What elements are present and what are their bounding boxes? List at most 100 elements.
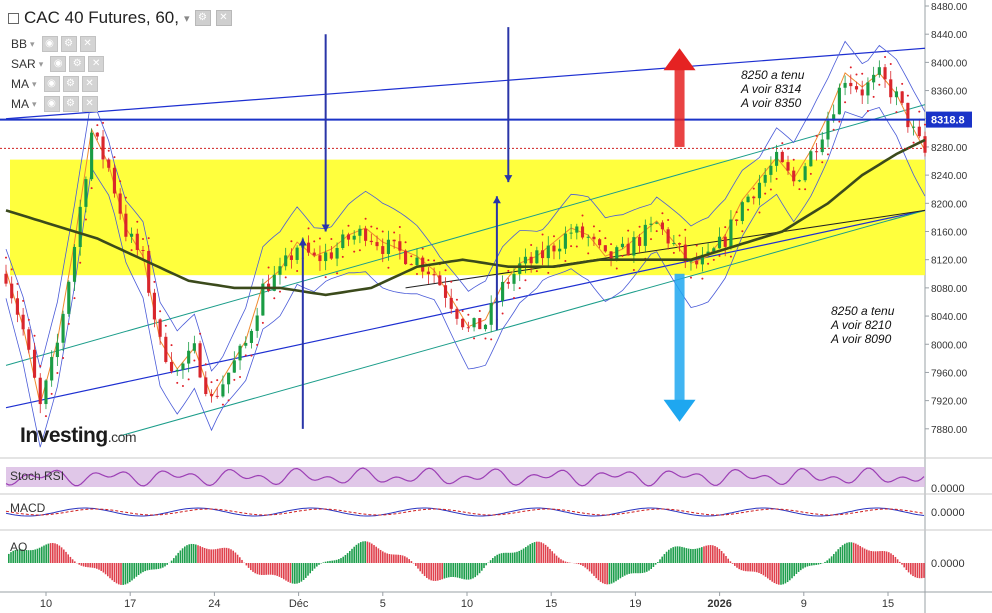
sar-dot	[79, 261, 82, 264]
overlay-ma-1[interactable]: MA ▾ ◉ ⚙ ✕	[11, 76, 98, 92]
sar-dot	[701, 277, 704, 280]
ao-bar	[386, 553, 388, 563]
ao-bar	[245, 563, 248, 566]
ao-bar	[731, 563, 734, 564]
settings-icon[interactable]: ⚙	[62, 96, 79, 112]
ao-bar	[892, 554, 894, 563]
ao-bar	[844, 543, 846, 563]
candle-body	[529, 256, 533, 264]
candle-body	[152, 292, 156, 320]
sar-dot	[712, 258, 715, 261]
stoch-rsi-label: Stoch RSI	[10, 469, 65, 483]
eye-icon[interactable]: ◉	[41, 36, 58, 52]
ao-bar	[124, 563, 127, 585]
ao-bar	[331, 560, 333, 563]
sar-dot	[124, 196, 127, 199]
ao-bar	[432, 563, 435, 581]
sar-dot	[889, 62, 892, 65]
candle-body	[38, 377, 42, 405]
ao-bar	[520, 549, 523, 563]
collapse-toggle[interactable]	[8, 12, 19, 24]
eye-icon[interactable]: ◉	[43, 76, 60, 92]
ao-bar	[318, 563, 320, 565]
sar-dot	[376, 227, 379, 230]
sar-dot	[370, 225, 373, 228]
close-icon[interactable]: ✕	[81, 96, 98, 112]
overlay-bb[interactable]: BB ▾ ◉ ⚙ ✕	[11, 36, 96, 52]
ao-bar	[265, 563, 267, 575]
ao-bar	[219, 548, 221, 563]
sar-dot	[239, 375, 242, 378]
ao-bar	[815, 563, 817, 565]
candle-body	[32, 349, 37, 378]
sar-dot	[347, 224, 350, 227]
ao-bar	[879, 551, 881, 563]
ao-bar	[817, 563, 820, 565]
sar-dot	[233, 378, 236, 381]
sar-dot	[455, 298, 458, 301]
candle-body	[775, 151, 779, 166]
chevron-down-icon[interactable]: ▾	[32, 79, 37, 90]
sar-dot	[507, 269, 510, 272]
sar-dot	[815, 134, 818, 137]
ao-bar	[544, 544, 547, 563]
candle-body	[923, 136, 927, 153]
ao-bar	[575, 563, 578, 564]
candle-body	[364, 228, 368, 241]
ao-bar	[665, 551, 668, 563]
sar-dot	[792, 158, 795, 161]
sar-dot	[592, 225, 595, 228]
overlay-ma-2[interactable]: MA ▾ ◉ ⚙ ✕	[11, 96, 98, 112]
settings-icon[interactable]: ⚙	[69, 56, 86, 72]
ao-bar	[188, 544, 190, 563]
settings-icon[interactable]: ⚙	[60, 36, 77, 52]
ao-bar	[762, 563, 765, 576]
ao-bar	[874, 551, 877, 563]
candle-body	[50, 357, 54, 381]
ao-bar	[646, 563, 648, 572]
ao-bar	[872, 551, 875, 563]
ao-bar	[481, 563, 483, 571]
ao-bar	[602, 563, 604, 584]
ao-bar	[918, 563, 921, 579]
ao-bar	[727, 558, 729, 563]
sar-dot	[490, 338, 493, 341]
settings-icon[interactable]: ⚙	[194, 10, 211, 26]
sar-dot	[798, 188, 801, 191]
close-icon[interactable]: ✕	[81, 76, 98, 92]
chevron-down-icon[interactable]: ▾	[39, 59, 44, 70]
ao-bar	[791, 563, 793, 579]
ao-bar	[296, 563, 298, 584]
candle-body	[837, 87, 841, 115]
overlay-sar[interactable]: SAR ▾ ◉ ⚙ ✕	[11, 56, 105, 72]
candle-body	[284, 255, 288, 267]
candle-body	[238, 345, 242, 361]
close-icon[interactable]: ✕	[88, 56, 105, 72]
eye-icon[interactable]: ◉	[43, 96, 60, 112]
candle-body	[466, 327, 470, 329]
ao-bar	[278, 563, 281, 577]
chevron-down-icon[interactable]: ▾	[184, 12, 190, 25]
candle-body	[472, 318, 476, 328]
ao-bar	[217, 548, 219, 563]
ao-bar	[877, 551, 879, 563]
ao-bar	[390, 554, 393, 563]
candle-body	[649, 223, 653, 225]
eye-icon[interactable]: ◉	[50, 56, 67, 72]
ao-bar	[437, 563, 439, 581]
close-icon[interactable]: ✕	[79, 36, 96, 52]
ao-bar	[78, 563, 80, 565]
candle-body	[786, 162, 790, 171]
ao-bar	[802, 563, 804, 569]
close-icon[interactable]: ✕	[215, 10, 232, 26]
ao-bar	[476, 563, 479, 576]
sar-dot	[141, 238, 144, 241]
settings-icon[interactable]: ⚙	[62, 76, 79, 92]
chevron-down-icon[interactable]: ▾	[32, 99, 37, 110]
ao-bar	[617, 563, 619, 580]
sar-dot	[735, 211, 738, 214]
chevron-down-icon[interactable]: ▾	[30, 39, 35, 50]
sar-dot	[244, 354, 247, 357]
y-tick-label: 8480.00	[931, 2, 968, 13]
sar-dot	[615, 267, 618, 270]
